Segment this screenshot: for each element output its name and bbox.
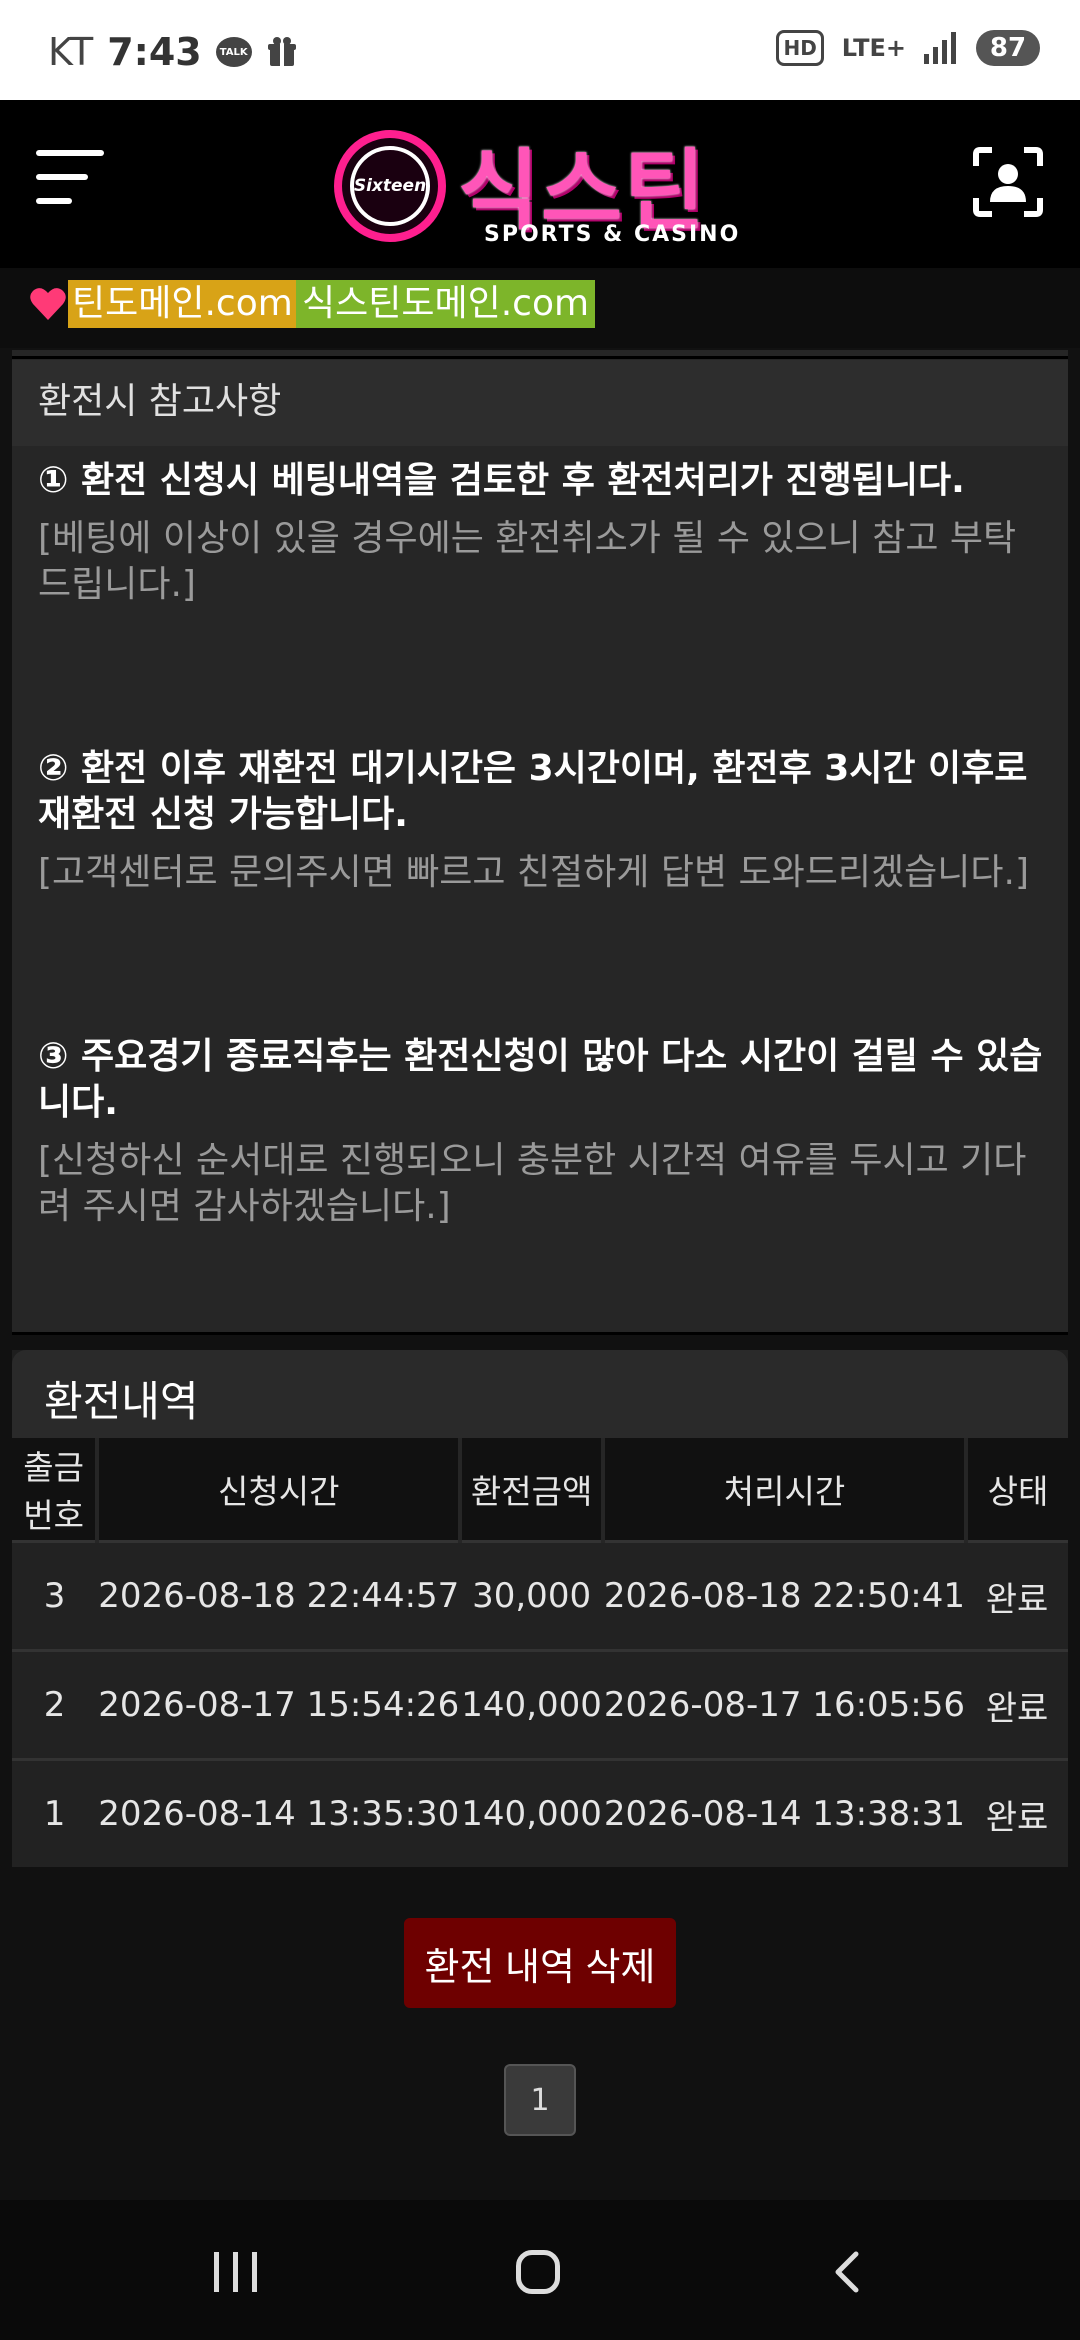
pagination-page-1[interactable]: 1 <box>504 2064 576 2136</box>
talk-label: TALK <box>219 46 248 58</box>
site-logo[interactable]: Sixteen 식스틴 SPORTS & CASINO <box>334 126 744 250</box>
notice-item-heading: ③ 주요경기 종료직후는 환전신청이 많아 다소 시간이 걸릴 수 있습니다. <box>38 1036 1043 1123</box>
column-header-id: 출금번호 <box>12 1438 100 1542</box>
clock: 7:43 <box>107 30 202 74</box>
hd-voice-icon: HD <box>776 30 824 66</box>
cell-status: 완료 <box>966 1758 1068 1867</box>
domain-marquee: 틴도메인.com 식스틴도메인.com <box>0 268 1080 348</box>
cell-id: 2 <box>12 1649 98 1760</box>
notice-title: 환전시 참고사항 <box>38 381 282 422</box>
system-nav-bar <box>0 2200 1080 2340</box>
signal-icon <box>924 32 956 64</box>
withdrawal-notice-panel: 환전시 참고사항 ① 환전 신청시 베팅내역을 검토한 후 환전처리가 진행됩니… <box>12 350 1068 1335</box>
carrier-label: KT <box>48 30 94 74</box>
notice-item: ① 환전 신청시 베팅내역을 검토한 후 환전처리가 진행됩니다. [베팅에 이… <box>38 458 1048 608</box>
battery-indicator: 87 <box>976 30 1040 66</box>
app-header: Sixteen 식스틴 SPORTS & CASINO <box>0 100 1080 268</box>
cell-status: 완료 <box>966 1649 1068 1760</box>
menu-icon[interactable] <box>36 150 106 210</box>
notice-item: ② 환전 이후 재환전 대기시간은 3시간이며, 환전후 3시간 이후로 재환전… <box>38 746 1048 896</box>
recent-apps-icon[interactable] <box>214 2252 257 2292</box>
back-icon[interactable] <box>826 2250 870 2294</box>
domain-link-1-text: 틴도메인.com <box>68 280 303 328</box>
notice-item-heading: ② 환전 이후 재환전 대기시간은 3시간이며, 환전후 3시간 이후로 재환전… <box>38 748 1028 835</box>
cell-amount: 30,000 <box>460 1540 603 1651</box>
cell-process-time: 2026-08-18 22:50:41 <box>602 1540 967 1651</box>
status-bar: KT 7:43 TALK HD LTE+ 87 <box>0 0 1080 100</box>
cell-amount: 140,000 <box>460 1649 603 1760</box>
kakaotalk-icon: TALK <box>215 37 252 67</box>
notice-item-detail: [베팅에 이상이 있을 경우에는 환전취소가 될 수 있으니 참고 부탁드립니다… <box>38 518 1017 605</box>
cell-id: 3 <box>12 1540 98 1651</box>
notice-item-detail: [고객센터로 문의주시면 빠르고 친절하게 답변 도와드리겠습니다.] <box>38 852 1029 893</box>
gift-icon <box>267 37 296 66</box>
column-header-request-time: 신청시간 <box>97 1438 463 1542</box>
logo-subtitle: SPORTS & CASINO <box>484 222 741 247</box>
history-table: 출금번호 신청시간 환전금액 처리시간 상태 3 2026-08-18 22:4… <box>12 1438 1068 1867</box>
cell-request-time: 2026-08-18 22:44:57 <box>97 1540 461 1651</box>
column-header-amount: 환전금액 <box>460 1438 605 1542</box>
withdrawal-history-section: 환전내역 출금번호 신청시간 환전금액 처리시간 상태 3 2026-08-18… <box>12 1350 1068 1867</box>
notice-item-detail: [신청하신 순서대로 진행되오니 충분한 시간적 여유를 두시고 기다려 주시면… <box>38 1140 1027 1227</box>
cell-amount: 140,000 <box>460 1758 603 1867</box>
heart-icon <box>30 288 66 320</box>
profile-scan-icon[interactable] <box>972 146 1044 218</box>
cell-process-time: 2026-08-17 16:05:56 <box>602 1649 967 1760</box>
column-header-process-time: 처리시간 <box>602 1438 969 1542</box>
cell-request-time: 2026-08-17 15:54:26 <box>97 1649 461 1760</box>
domain-link-1[interactable]: 틴도메인.com <box>28 280 303 328</box>
notice-item: ③ 주요경기 종료직후는 환전신청이 많아 다소 시간이 걸릴 수 있습니다. … <box>38 1034 1048 1230</box>
table-row: 3 2026-08-18 22:44:57 30,000 2026-08-18 … <box>12 1540 1068 1651</box>
home-icon[interactable] <box>516 2250 560 2294</box>
logo-emblem-text: Sixteen <box>353 176 427 196</box>
domain-link-2[interactable]: 식스틴도메인.com <box>296 280 596 328</box>
lte-icon: LTE+ <box>841 34 906 62</box>
cell-id: 1 <box>12 1758 98 1867</box>
cell-request-time: 2026-08-14 13:35:30 <box>97 1758 461 1867</box>
table-header-row: 출금번호 신청시간 환전금액 처리시간 상태 <box>12 1438 1068 1542</box>
cell-process-time: 2026-08-14 13:38:31 <box>602 1758 967 1867</box>
column-header-status: 상태 <box>966 1438 1068 1542</box>
table-row: 1 2026-08-14 13:35:30 140,000 2026-08-14… <box>12 1758 1068 1867</box>
notice-item-heading: ① 환전 신청시 베팅내역을 검토한 후 환전처리가 진행됩니다. <box>38 460 965 501</box>
cell-status: 완료 <box>966 1540 1068 1651</box>
logo-emblem: Sixteen <box>334 130 446 242</box>
delete-history-button[interactable]: 환전 내역 삭제 <box>404 1918 676 2008</box>
table-row: 2 2026-08-17 15:54:26 140,000 2026-08-17… <box>12 1649 1068 1760</box>
history-title: 환전내역 <box>44 1377 199 1426</box>
